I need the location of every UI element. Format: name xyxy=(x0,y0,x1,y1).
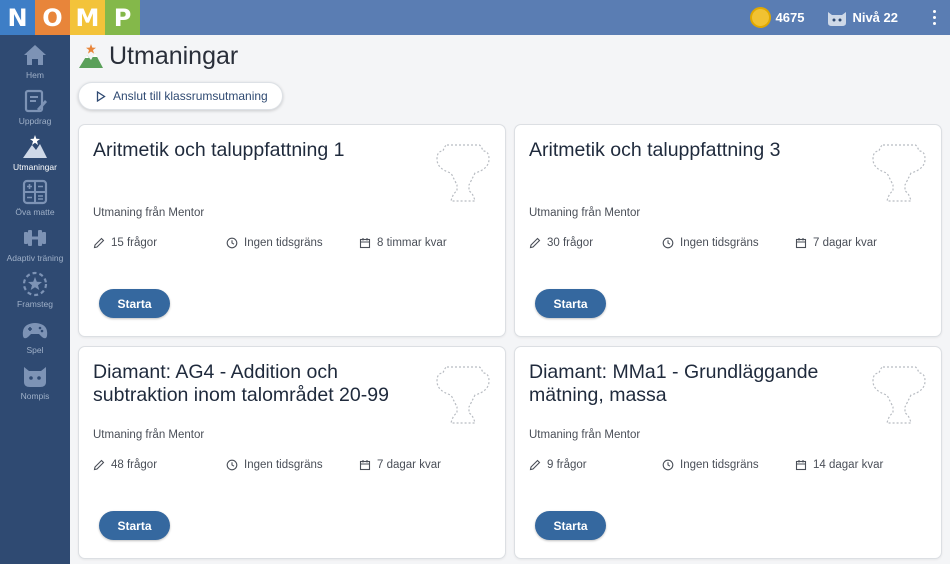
sidebar: Hem Uppdrag Utmaningar Öva matte Adaptiv… xyxy=(0,35,70,564)
challenge-card: Aritmetik och taluppfattning 1 Utmaning … xyxy=(78,124,506,337)
calendar-icon xyxy=(795,460,807,471)
pencil-icon xyxy=(529,237,541,249)
time-remaining: 8 timmar kvar xyxy=(359,237,447,249)
calendar-icon xyxy=(359,238,371,249)
challenge-title: Aritmetik och taluppfattning 1 xyxy=(93,139,345,161)
sidebar-item-framsteg[interactable]: Framsteg xyxy=(0,270,70,315)
kebab-menu-icon[interactable] xyxy=(924,0,944,35)
time-limit: Ingen tidsgräns xyxy=(662,459,759,471)
sidebar-item-label: Öva matte xyxy=(15,207,55,217)
coin-count: 4675 xyxy=(775,10,805,25)
challenge-card: Diamant: AG4 - Addition och subtraktion … xyxy=(78,346,506,559)
question-count-label: 15 frågor xyxy=(111,237,158,249)
challenge-mountain-icon xyxy=(79,44,103,68)
sidebar-item-label: Spel xyxy=(26,345,44,355)
time-remaining-label: 8 timmar kvar xyxy=(377,237,447,249)
clock-icon xyxy=(662,237,674,249)
time-remaining: 14 dagar kvar xyxy=(795,459,883,471)
play-icon xyxy=(96,90,106,102)
sidebar-item-nompis[interactable]: Nompis xyxy=(0,362,70,407)
trophy-icon xyxy=(872,144,926,202)
calendar-icon xyxy=(359,460,371,471)
logo-letter-m: M xyxy=(70,0,105,35)
page-title: Utmaningar xyxy=(109,42,239,70)
level-label[interactable]: Nivå 22 xyxy=(852,10,898,25)
clock-icon xyxy=(226,237,238,249)
question-count-label: 30 frågor xyxy=(547,237,594,249)
time-limit-label: Ingen tidsgräns xyxy=(680,459,759,471)
start-button[interactable]: Starta xyxy=(99,289,170,318)
start-button[interactable]: Starta xyxy=(99,511,170,540)
logo-letter-n: N xyxy=(0,0,35,35)
challenge-source: Utmaning från Mentor xyxy=(529,429,641,441)
trophy-icon xyxy=(872,366,926,424)
time-limit-label: Ingen tidsgräns xyxy=(680,237,759,249)
clock-icon xyxy=(226,459,238,471)
calculator-icon xyxy=(22,179,48,205)
question-count: 30 frågor xyxy=(529,237,593,249)
challenge-title: Diamant: MMa1 - Grundläggande mätning, m… xyxy=(529,361,819,406)
sidebar-item-label: Utmaningar xyxy=(13,162,57,172)
join-classroom-challenge-label: Anslut till klassrumsutmaning xyxy=(113,89,268,103)
sidebar-item-spel[interactable]: Spel xyxy=(0,316,70,361)
start-button[interactable]: Starta xyxy=(535,289,606,318)
challenge-card: Diamant: MMa1 - Grundläggande mätning, m… xyxy=(514,346,942,559)
home-icon xyxy=(24,45,46,65)
sidebar-item-hem[interactable]: Hem xyxy=(0,41,70,86)
pencil-icon xyxy=(529,459,541,471)
top-bar: N O M P 4675 Nivå 22 xyxy=(0,0,950,35)
start-button[interactable]: Starta xyxy=(535,511,606,540)
question-count-label: 48 frågor xyxy=(111,459,158,471)
gamepad-icon xyxy=(22,323,48,339)
trophy-icon xyxy=(436,144,490,202)
time-remaining-label: 14 dagar kvar xyxy=(813,459,884,471)
question-count: 15 frågor xyxy=(93,237,157,249)
time-remaining-label: 7 dagar kvar xyxy=(813,237,877,249)
time-remaining-label: 7 dagar kvar xyxy=(377,459,441,471)
join-classroom-challenge-button[interactable]: Anslut till klassrumsutmaning xyxy=(78,82,283,110)
cat-avatar-icon[interactable] xyxy=(826,9,848,27)
question-count-label: 9 frågor xyxy=(547,459,587,471)
sidebar-item-label: Uppdrag xyxy=(18,116,52,126)
pencil-icon xyxy=(93,459,105,471)
challenge-title: Diamant: AG4 - Addition och subtraktion … xyxy=(93,361,389,406)
time-limit-label: Ingen tidsgräns xyxy=(244,459,323,471)
logo-letter-o: O xyxy=(35,0,70,35)
sidebar-item-ova-matte[interactable]: Öva matte xyxy=(0,178,70,223)
cat-icon xyxy=(24,367,46,387)
pencil-icon xyxy=(93,237,105,249)
dumbbell-icon xyxy=(24,230,46,246)
time-limit: Ingen tidsgräns xyxy=(226,237,323,249)
sidebar-item-uppdrag[interactable]: Uppdrag xyxy=(0,87,70,132)
clock-icon xyxy=(662,459,674,471)
calendar-icon xyxy=(795,238,807,249)
trophy-icon xyxy=(436,366,490,424)
challenge-source: Utmaning från Mentor xyxy=(529,207,641,219)
challenge-card: Aritmetik och taluppfattning 3 Utmaning … xyxy=(514,124,942,337)
challenge-source: Utmaning från Mentor xyxy=(93,207,205,219)
sidebar-item-label: Framsteg xyxy=(17,299,53,309)
time-limit: Ingen tidsgräns xyxy=(226,459,323,471)
time-remaining: 7 dagar kvar xyxy=(359,459,441,471)
coin-icon xyxy=(749,7,771,28)
question-count: 9 frågor xyxy=(529,459,587,471)
nomp-logo[interactable]: N O M P xyxy=(0,0,140,35)
progress-star-icon xyxy=(22,271,48,297)
sidebar-item-adaptiv-traning[interactable]: Adaptiv träning xyxy=(0,224,70,269)
sidebar-item-label: Adaptiv träning xyxy=(6,253,64,263)
time-remaining: 7 dagar kvar xyxy=(795,237,877,249)
sidebar-item-utmaningar[interactable]: Utmaningar xyxy=(0,133,70,178)
mountain-star-icon xyxy=(23,135,47,158)
sidebar-item-label: Hem xyxy=(26,70,44,80)
question-count: 48 frågor xyxy=(93,459,157,471)
challenge-source: Utmaning från Mentor xyxy=(93,429,205,441)
logo-letter-p: P xyxy=(105,0,140,35)
time-limit-label: Ingen tidsgräns xyxy=(244,237,323,249)
time-limit: Ingen tidsgräns xyxy=(662,237,759,249)
challenge-title: Aritmetik och taluppfattning 3 xyxy=(529,139,781,161)
sidebar-item-label: Nompis xyxy=(20,391,50,401)
assignment-icon xyxy=(24,89,47,113)
